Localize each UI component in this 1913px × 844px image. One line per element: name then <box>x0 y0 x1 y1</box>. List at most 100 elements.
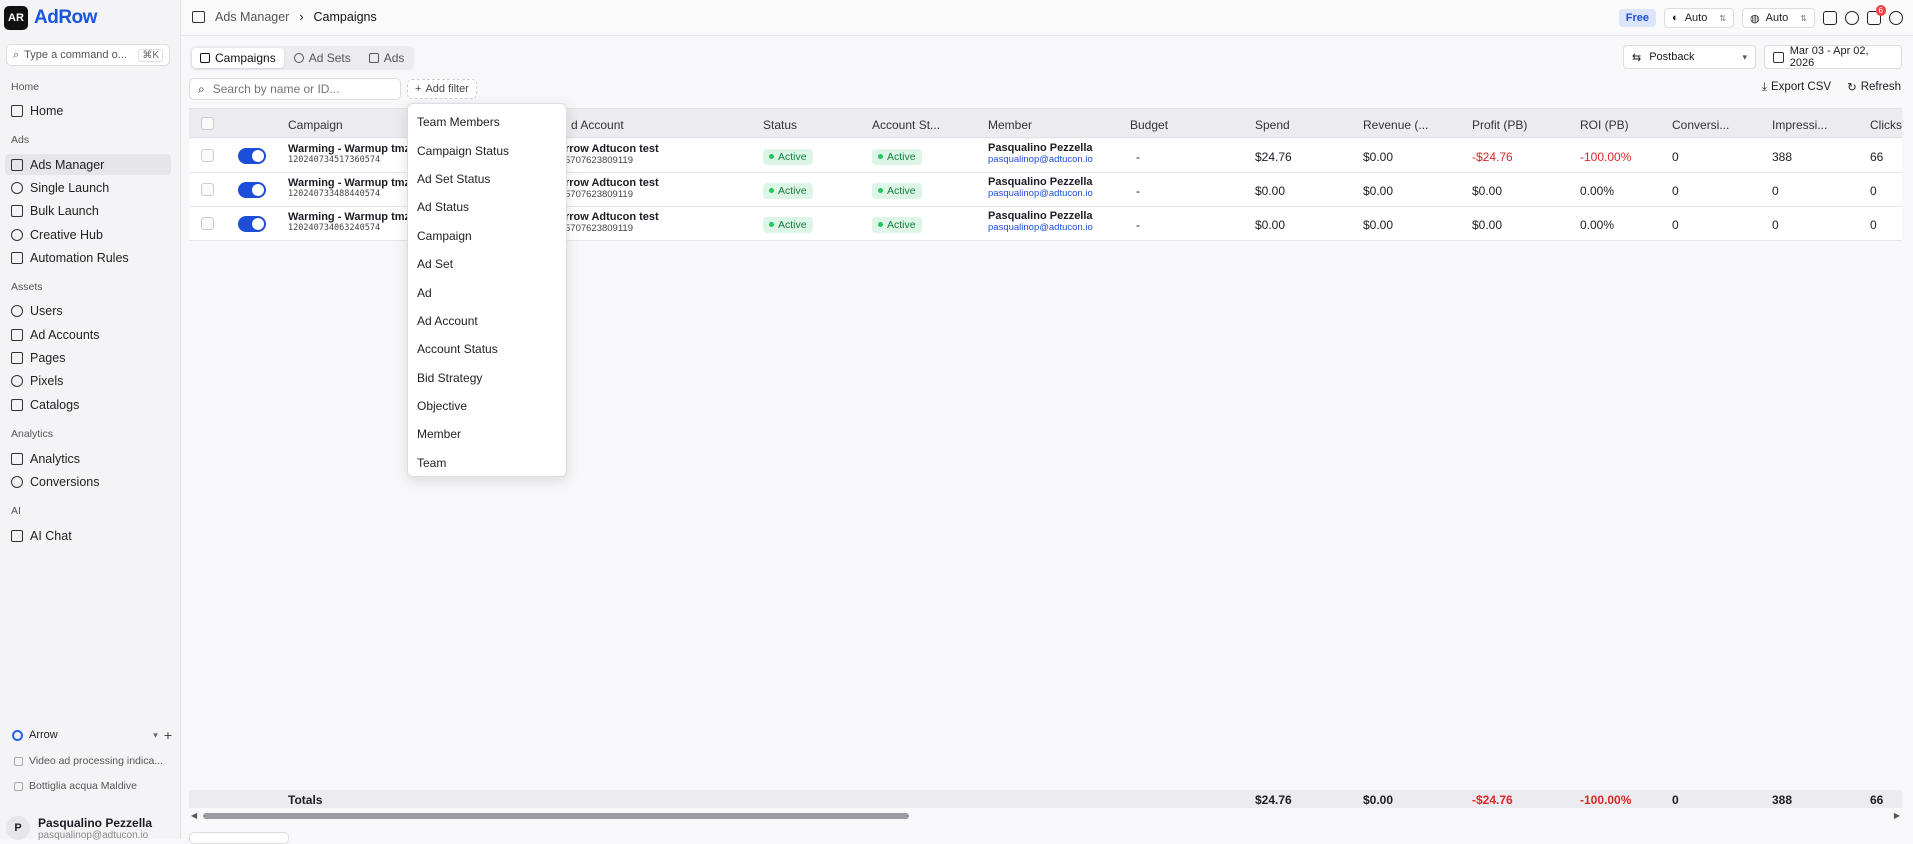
sidebar-item-analytics[interactable]: Analytics <box>5 448 171 469</box>
search-input[interactable] <box>212 82 373 96</box>
breadcrumb-ads-manager[interactable]: Ads Manager <box>215 10 289 24</box>
menu-item[interactable]: Campaign <box>408 222 566 250</box>
campaign-cell[interactable]: Warming - Warmup tmz 1 120240733488440574 <box>288 177 419 199</box>
workspace-item[interactable]: Video ad processing indica... <box>14 755 163 767</box>
select-all-checkbox[interactable] <box>201 117 214 130</box>
sidebar-item-catalogs[interactable]: Catalogs <box>5 394 171 415</box>
sidebar-item-ai-chat[interactable]: AI Chat <box>5 525 171 546</box>
campaign-status-toggle[interactable] <box>238 216 266 232</box>
sidebar-item-pages[interactable]: Pages <box>5 347 171 368</box>
totals-row: Totals $24.76 $0.00 -$24.76 -100.00% 0 3… <box>189 790 1902 808</box>
column-header[interactable]: Impressi... <box>1772 118 1827 132</box>
add-workspace-icon[interactable]: + <box>164 727 172 743</box>
campaign-cell[interactable]: Warming - Warmup tmz 1 120240734517360574 <box>288 143 419 165</box>
member-email[interactable]: pasqualinop@adtucon.io <box>988 154 1093 165</box>
help-icon[interactable] <box>1845 11 1859 25</box>
sidebar-toggle-icon[interactable] <box>192 11 205 23</box>
tab-ads[interactable]: Ads <box>361 48 413 68</box>
column-header[interactable]: Budget <box>1130 118 1168 132</box>
sidebar-item-ads-manager[interactable]: Ads Manager <box>5 154 171 175</box>
top-bar-controls: Free ◐ Auto ⇅ ◍ Auto ⇅ 6 <box>1618 5 1903 28</box>
attribution-select[interactable]: ⇆ Postback ▾ <box>1623 45 1756 69</box>
workspace-item[interactable]: Bottiglia acqua Maldive <box>14 780 137 792</box>
profit-cell: $0.00 <box>1472 218 1503 232</box>
scrollbar-thumb[interactable] <box>203 813 909 819</box>
chevron-down-icon[interactable]: ▾ <box>153 730 158 741</box>
plan-badge[interactable]: Free <box>1618 9 1657 27</box>
revenue-cell: $0.00 <box>1363 218 1394 232</box>
member-cell: Pasqualino Pezzella pasqualinop@adtucon.i… <box>988 176 1093 199</box>
member-email[interactable]: pasqualinop@adtucon.io <box>988 188 1093 199</box>
menu-item[interactable]: Ad Set <box>408 250 566 278</box>
menu-item[interactable]: Ad Account <box>408 307 566 335</box>
column-header[interactable]: Spend <box>1255 118 1290 132</box>
horizontal-scrollbar[interactable]: ◀ ▶ <box>189 810 1902 822</box>
row-checkbox[interactable] <box>201 149 214 162</box>
tab-ad-sets[interactable]: Ad Sets <box>286 48 359 68</box>
scroll-right-icon[interactable]: ▶ <box>1894 811 1900 820</box>
column-header[interactable]: Campaign <box>288 118 343 132</box>
footer-control[interactable] <box>189 832 289 844</box>
menu-item[interactable]: Ad <box>408 278 566 306</box>
menu-item[interactable]: Account Status <box>408 335 566 363</box>
megaphone-icon[interactable] <box>1823 11 1837 25</box>
menu-item[interactable]: Team Members <box>408 108 566 136</box>
campaign-status-toggle[interactable] <box>238 182 266 198</box>
menu-item[interactable]: Objective <box>408 392 566 420</box>
sidebar-item-conversions[interactable]: Conversions <box>5 471 171 492</box>
column-header[interactable]: Clicks <box>1870 118 1902 132</box>
campaign-status-toggle[interactable] <box>238 148 266 164</box>
workspace-switcher[interactable]: Arrow ▾ + <box>12 727 172 743</box>
menu-item[interactable]: Bid Strategy <box>408 364 566 392</box>
sidebar-item-single-launch[interactable]: Single Launch <box>5 177 171 198</box>
campaign-cell[interactable]: Warming - Warmup tmz 1 120240734063240574 <box>288 211 419 233</box>
ad-account-name: rrow Adtucon test <box>565 143 659 155</box>
menu-item[interactable]: Team <box>408 449 566 477</box>
sidebar-item-ad-accounts[interactable]: Ad Accounts <box>5 324 171 345</box>
language-select[interactable]: ◍ Auto ⇅ <box>1742 8 1815 28</box>
sidebar-item-label: Bulk Launch <box>30 203 99 218</box>
refresh-button[interactable]: ↻ Refresh <box>1847 80 1901 94</box>
sidebar-item-pixels[interactable]: Pixels <box>5 370 171 391</box>
export-csv-button[interactable]: ⤓ Export CSV <box>1762 80 1831 94</box>
bell-icon[interactable]: 6 <box>1867 5 1886 25</box>
column-header[interactable]: Conversi... <box>1672 118 1729 132</box>
sidebar-item-users[interactable]: Users <box>5 300 171 321</box>
user-profile[interactable]: P Pasqualino Pezzella pasqualinop@adtuco… <box>6 816 152 841</box>
date-range-picker[interactable]: Mar 03 - Apr 02, 2026 <box>1764 45 1902 69</box>
sidebar-item-automation-rules[interactable]: Automation Rules <box>5 247 171 268</box>
theme-select[interactable]: ◐ Auto ⇅ <box>1664 8 1735 28</box>
bar-chart-icon <box>368 53 379 63</box>
column-header[interactable]: Revenue (... <box>1363 118 1428 132</box>
sidebar-item-creative-hub[interactable]: Creative Hub <box>5 224 171 245</box>
add-filter-button[interactable]: + Add filter <box>407 79 477 99</box>
search-field[interactable]: ⌕ <box>189 78 401 100</box>
sidebar-item-label: Ads Manager <box>30 157 105 172</box>
menu-item[interactable]: Member <box>408 420 566 448</box>
impressions-cell: 0 <box>1772 218 1779 232</box>
revenue-cell: $0.00 <box>1363 184 1394 198</box>
app-logo[interactable]: AR AdRow <box>4 6 97 30</box>
status-badge: Active <box>763 148 813 165</box>
target-icon[interactable] <box>1889 11 1903 25</box>
column-header[interactable]: ROI (PB) <box>1580 118 1629 132</box>
total-clicks: 66 <box>1870 793 1884 807</box>
spend-cell: $0.00 <box>1255 184 1286 198</box>
column-header[interactable]: d Account <box>571 118 624 132</box>
row-checkbox[interactable] <box>201 217 214 230</box>
tab-campaigns[interactable]: Campaigns <box>192 48 284 68</box>
sidebar-item-home[interactable]: Home <box>5 100 171 121</box>
row-checkbox[interactable] <box>201 183 214 196</box>
column-header[interactable]: Status <box>763 118 797 132</box>
menu-item[interactable]: Ad Set Status <box>408 165 566 193</box>
column-header[interactable]: Profit (PB) <box>1472 118 1527 132</box>
scroll-left-icon[interactable]: ◀ <box>191 811 197 820</box>
menu-item[interactable]: Ad Status <box>408 193 566 221</box>
column-header[interactable]: Member <box>988 118 1032 132</box>
menu-item[interactable]: Campaign Status <box>408 136 566 164</box>
member-email[interactable]: pasqualinop@adtucon.io <box>988 222 1093 233</box>
column-header[interactable]: Account St... <box>872 118 940 132</box>
calendar-icon <box>1773 51 1784 63</box>
command-palette-input[interactable]: ⌕ Type a command o... ⌘K <box>6 44 170 66</box>
sidebar-item-bulk-launch[interactable]: Bulk Launch <box>5 200 171 221</box>
